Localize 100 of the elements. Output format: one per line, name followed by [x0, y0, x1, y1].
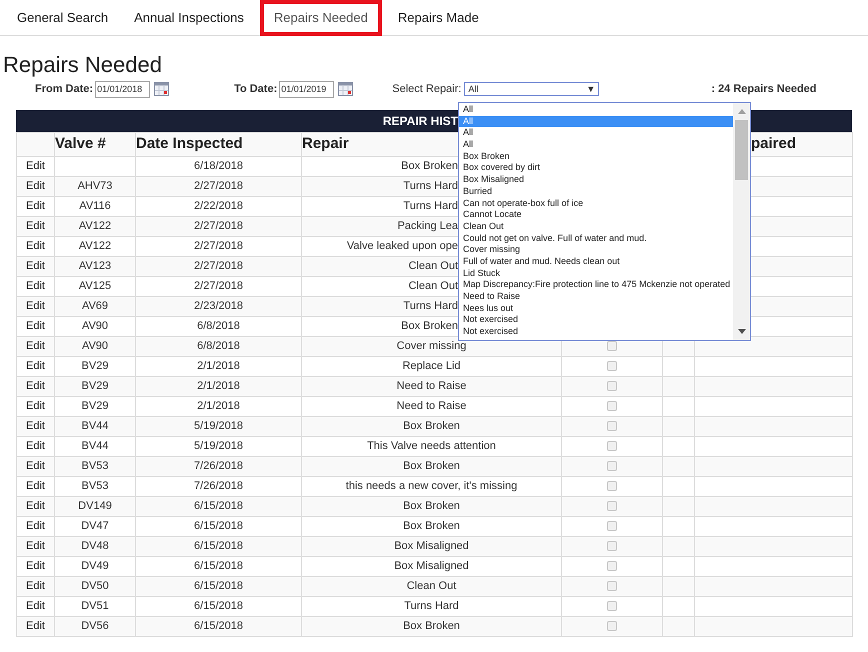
dropdown-option[interactable]: Box covered by dirt: [459, 162, 733, 174]
table-cell: Turns Hard: [403, 300, 458, 312]
table-cell: AV90: [82, 340, 108, 352]
table-cell: DV50: [81, 580, 109, 592]
checkbox[interactable]: [607, 540, 617, 551]
table-cell: Box Broken: [403, 620, 460, 632]
checkbox[interactable]: [607, 460, 617, 471]
table-cell: 6/18/2018: [194, 160, 243, 172]
table-cell: DV56: [81, 620, 109, 632]
table-cell: BV29: [82, 400, 108, 412]
dropdown-option[interactable]: Not exercised: [459, 326, 733, 338]
dropdown-option[interactable]: Nees lus out: [459, 302, 733, 314]
table-cell: DV149: [78, 500, 112, 512]
dropdown-option[interactable]: Need to Raise: [459, 291, 733, 303]
checkbox[interactable]: [607, 360, 617, 371]
dropdown-option[interactable]: Clean Out: [459, 220, 733, 233]
table-cell: AV125: [78, 280, 112, 292]
checkbox[interactable]: [607, 580, 617, 591]
calendar-icon[interactable]: [338, 82, 354, 96]
table-cell: Cover missing: [396, 340, 466, 352]
dropdown-option[interactable]: Burried: [459, 186, 733, 198]
dropdown-option[interactable]: Box Misaligned: [459, 174, 733, 186]
repair-count: : 24 Repairs Needed: [711, 82, 816, 97]
table-cell: Box Broken: [403, 420, 460, 432]
table-cell: 6/15/2018: [194, 600, 243, 612]
field-label: From Date:: [35, 82, 94, 97]
table-cell: Box Broken: [403, 520, 460, 532]
checkbox[interactable]: [607, 560, 617, 571]
table-cell: 6/8/2018: [197, 340, 240, 352]
table-cell: Clean Out: [408, 280, 458, 292]
table-cell: Turns Hard: [403, 200, 458, 212]
table-cell: AHV73: [78, 180, 112, 192]
nav-tab[interactable]: Repairs Needed: [260, 0, 382, 36]
date-field[interactable]: 01/01/2018: [95, 80, 150, 98]
dropdown-option[interactable]: All: [459, 139, 733, 151]
dropdown-option[interactable]: Can not operate-box full of ice: [459, 198, 733, 210]
table-cell: 7/26/2018: [194, 460, 243, 472]
calendar-icon[interactable]: [154, 82, 170, 96]
checkbox[interactable]: [607, 620, 617, 631]
table-cell: 2/27/2018: [194, 220, 243, 232]
table-cell: 5/19/2018: [194, 420, 243, 432]
dropdown-option[interactable]: Box Broken: [459, 150, 733, 162]
table-cell: BV53: [82, 480, 108, 492]
table-cell: 2/22/2018: [194, 200, 243, 212]
table-cell: BV29: [82, 360, 108, 372]
page-title: Repairs Needed: [3, 52, 163, 78]
table-cell: 6/15/2018: [194, 580, 243, 592]
checkbox[interactable]: [607, 500, 617, 511]
nav-tab[interactable]: General Search: [7, 0, 118, 36]
table-cell: DV48: [81, 540, 109, 552]
dropdown-option[interactable]: Lid Stuck: [459, 268, 733, 280]
checkbox[interactable]: [607, 600, 617, 611]
table-cell: Replace Lid: [402, 360, 461, 372]
scroll-up-icon[interactable]: [738, 109, 746, 114]
checkbox[interactable]: [607, 480, 617, 491]
date-field[interactable]: 01/01/2019: [279, 80, 334, 98]
checkbox[interactable]: [607, 340, 617, 351]
table-cell: Box Misaligned: [394, 540, 469, 552]
table-cell: Turns Hard: [404, 600, 459, 612]
table-cell: Valve leaked upon ope: [346, 240, 458, 252]
table-cell: 6/15/2018: [194, 560, 243, 572]
column-header: Valve #: [55, 135, 106, 152]
dropdown-option[interactable]: Could not get on valve. Full of water and mud.: [459, 232, 733, 244]
table-cell: Box Broken: [401, 320, 458, 332]
column-header: paired: [751, 135, 796, 152]
column-header: Repair: [302, 135, 349, 152]
table-cell: AV69: [82, 300, 108, 312]
scrollbar[interactable]: [733, 103, 750, 340]
table-cell: Need to Raise: [396, 380, 466, 392]
table-cell: BV44: [82, 420, 108, 432]
checkbox[interactable]: [607, 380, 617, 391]
field-label: Select Repair:: [392, 82, 462, 97]
table-cell: Packing Lea: [397, 220, 458, 232]
dropdown-option[interactable]: Cannot Locate: [459, 209, 733, 221]
table-cell: Clean Out: [408, 260, 458, 272]
table-cell: 6/15/2018: [194, 620, 243, 632]
table-cell: Box Broken: [403, 500, 460, 512]
table-cell: AV122: [78, 220, 112, 232]
table-cell: AV123: [78, 260, 112, 272]
checkbox[interactable]: [607, 440, 617, 451]
dropdown-option[interactable]: Not exercised: [459, 314, 733, 326]
dropdown-option[interactable]: Map Discrepancy:Fire protection line to 475 Mckenzie not operated: [459, 279, 733, 291]
table-cell: 6/15/2018: [194, 540, 243, 552]
table-cell: 2/23/2018: [194, 300, 243, 312]
table-cell: Need to Raise: [396, 400, 466, 412]
table-cell: AV122: [78, 240, 112, 252]
table-cell: Box Broken: [401, 160, 458, 172]
dropdown-option[interactable]: Cover missing: [459, 244, 733, 256]
checkbox[interactable]: [607, 520, 617, 531]
table-cell: 2/27/2018: [194, 260, 243, 272]
checkbox[interactable]: [607, 400, 617, 411]
repair-select[interactable]: All ▼: [464, 82, 600, 96]
table-cell: AV90: [82, 320, 108, 332]
dropdown-option[interactable]: Full of water and mud. Needs clean out: [459, 256, 733, 268]
nav-tab[interactable]: Repairs Made: [388, 0, 489, 36]
scrollbar-thumb[interactable]: [735, 120, 748, 180]
scroll-down-icon[interactable]: [738, 329, 746, 334]
nav-tab[interactable]: Annual Inspections: [124, 0, 254, 36]
checkbox[interactable]: [607, 420, 617, 431]
table-cell: 2/1/2018: [197, 380, 240, 392]
